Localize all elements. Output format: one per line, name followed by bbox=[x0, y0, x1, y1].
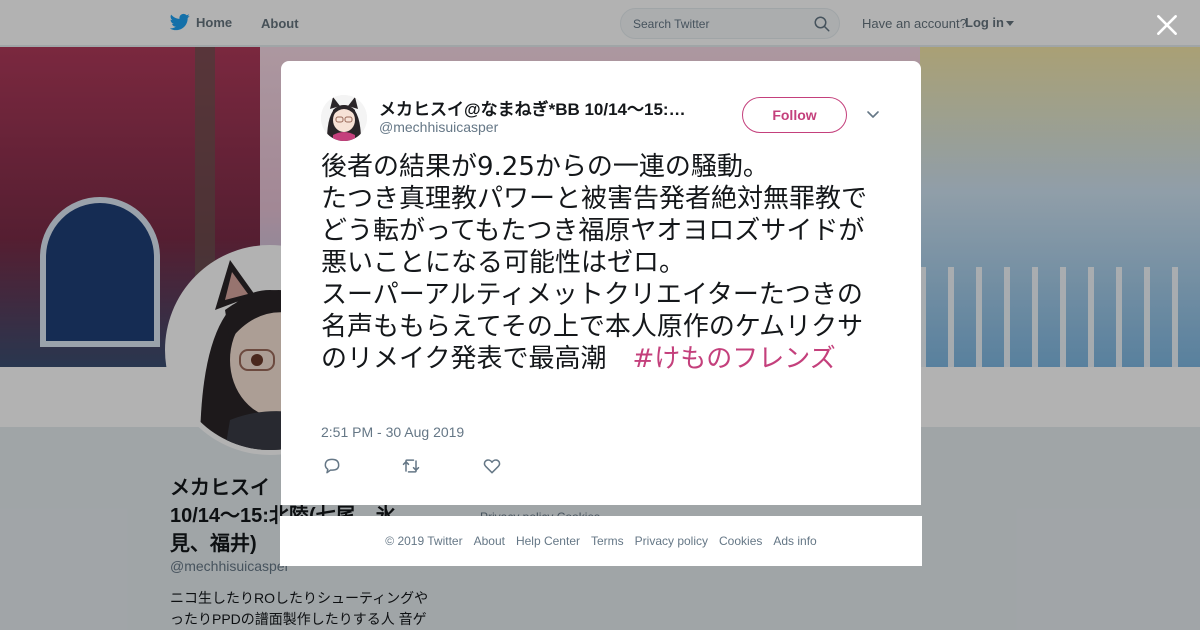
footer-help-link[interactable]: Help Center bbox=[516, 534, 580, 548]
hashtag-link[interactable]: #けものフレンズ bbox=[632, 344, 835, 374]
reply-icon[interactable] bbox=[322, 456, 342, 476]
tweet-author-handle[interactable]: @mechhisuicasper bbox=[379, 119, 498, 135]
close-icon[interactable] bbox=[1154, 12, 1180, 38]
footer-about-link[interactable]: About bbox=[474, 534, 505, 548]
footer-terms-link[interactable]: Terms bbox=[591, 534, 624, 548]
tweet-timestamp[interactable]: 2:51 PM - 30 Aug 2019 bbox=[321, 424, 464, 440]
tweet-body: 後者の結果が9.25からの一連の騒動。 たつき真理教パワーと被害告発者絶対無罪教… bbox=[321, 152, 868, 374]
heart-icon[interactable] bbox=[482, 456, 502, 476]
footer-cookies-link[interactable]: Cookies bbox=[719, 534, 762, 548]
footer-copyright: © 2019 Twitter bbox=[385, 534, 463, 548]
tweet-author-avatar-illustration bbox=[321, 95, 367, 141]
tweet-author-avatar[interactable] bbox=[321, 95, 367, 141]
retweet-icon[interactable] bbox=[401, 456, 421, 476]
modal-footer: © 2019 Twitter About Help Center Terms P… bbox=[280, 516, 922, 566]
tweet-text: 後者の結果が9.25からの一連の騒動。 たつき真理教パワーと被害告発者絶対無罪教… bbox=[321, 151, 886, 375]
tweet-author-name[interactable]: メカヒスイ@なまねぎ*BB 10/14～15:北陸(七尾、氷見、福井) bbox=[379, 95, 699, 120]
follow-button[interactable]: Follow bbox=[742, 97, 847, 133]
footer-privacy-link[interactable]: Privacy policy bbox=[635, 534, 708, 548]
footer-ads-link[interactable]: Ads info bbox=[773, 534, 816, 548]
tweet-modal: メカヒスイ@なまねぎ*BB 10/14～15:北陸(七尾、氷見、福井) @mec… bbox=[281, 61, 921, 505]
chevron-down-icon[interactable] bbox=[866, 108, 880, 122]
